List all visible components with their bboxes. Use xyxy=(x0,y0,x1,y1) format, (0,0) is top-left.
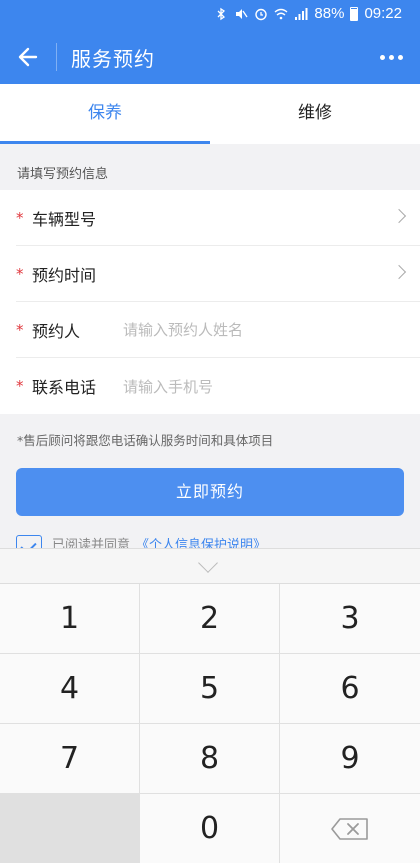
backspace-icon xyxy=(331,817,368,840)
chevron-down-icon xyxy=(198,553,218,573)
chevron-right-icon xyxy=(391,264,407,280)
key-1[interactable]: 1 xyxy=(0,584,140,654)
key-2[interactable]: 2 xyxy=(140,584,280,654)
key-6[interactable]: 6 xyxy=(280,654,420,724)
key-0[interactable]: 0 xyxy=(140,794,280,863)
bluetooth-icon xyxy=(217,7,226,20)
more-button[interactable] xyxy=(372,42,410,72)
vehicle-model-row[interactable]: * 车辆型号 xyxy=(16,190,420,246)
signal-icon xyxy=(295,7,308,20)
section-title: 请填写预约信息 xyxy=(17,167,109,182)
wifi-icon xyxy=(274,8,288,19)
mute-icon xyxy=(236,8,248,19)
battery-percent: 88% xyxy=(314,5,345,22)
status-bar: 88% 09:22 xyxy=(0,0,420,30)
app-bar: 服务预约 xyxy=(0,30,420,84)
key-3[interactable]: 3 xyxy=(280,584,420,654)
appointment-time-label: 预约时间 xyxy=(32,265,97,285)
appointment-form: * 车辆型号 * 预约时间 * 预约人 请输入预约人姓名 * 联系电话 请输入手… xyxy=(0,190,420,414)
back-button[interactable] xyxy=(10,39,46,75)
backspace-key[interactable] xyxy=(280,794,420,863)
required-mark: * xyxy=(16,320,24,339)
confirmation-notice: *售后顾问将跟您电话确认服务时间和具体项目 xyxy=(17,433,274,448)
contact-name-label: 预约人 xyxy=(32,321,81,341)
phone-input[interactable]: 请输入手机号 xyxy=(123,376,213,397)
clock-time: 09:22 xyxy=(364,5,402,22)
key-5[interactable]: 5 xyxy=(140,654,280,724)
keyboard-hide-handle[interactable] xyxy=(0,549,420,584)
more-dot xyxy=(388,54,394,60)
contact-name-row: * 预约人 请输入预约人姓名 xyxy=(16,302,420,358)
tab-bar: 保养 维修 xyxy=(0,84,420,144)
key-4[interactable]: 4 xyxy=(0,654,140,724)
arrow-left-icon xyxy=(18,47,38,67)
appointment-time-row[interactable]: * 预约时间 xyxy=(16,246,420,302)
more-dots-icon xyxy=(379,54,385,60)
required-mark: * xyxy=(16,208,24,227)
battery-icon xyxy=(350,6,359,21)
phone-label: 联系电话 xyxy=(32,378,97,397)
key-blank xyxy=(0,794,140,863)
vehicle-model-label: 车辆型号 xyxy=(32,209,97,229)
required-mark: * xyxy=(16,264,24,283)
phone-row: * 联系电话 请输入手机号 xyxy=(16,358,420,414)
tab-repair[interactable]: 维修 xyxy=(210,84,420,144)
chevron-right-icon xyxy=(391,208,407,224)
contact-name-input[interactable]: 请输入预约人姓名 xyxy=(123,319,243,340)
numeric-keyboard: 1 2 3 4 5 6 7 8 9 0 xyxy=(0,548,420,863)
keypad-grid: 1 2 3 4 5 6 7 8 9 0 xyxy=(0,584,420,863)
key-8[interactable]: 8 xyxy=(140,724,280,794)
required-mark: * xyxy=(16,377,24,395)
key-7[interactable]: 7 xyxy=(0,724,140,794)
key-9[interactable]: 9 xyxy=(280,724,420,794)
tab-maintenance[interactable]: 保养 xyxy=(0,84,210,144)
submit-appointment-button[interactable]: 立即预约 xyxy=(16,468,404,516)
page-title: 服务预约 xyxy=(71,47,155,71)
more-dot xyxy=(397,54,403,60)
alarm-icon xyxy=(255,8,268,20)
appbar-divider xyxy=(56,43,57,71)
